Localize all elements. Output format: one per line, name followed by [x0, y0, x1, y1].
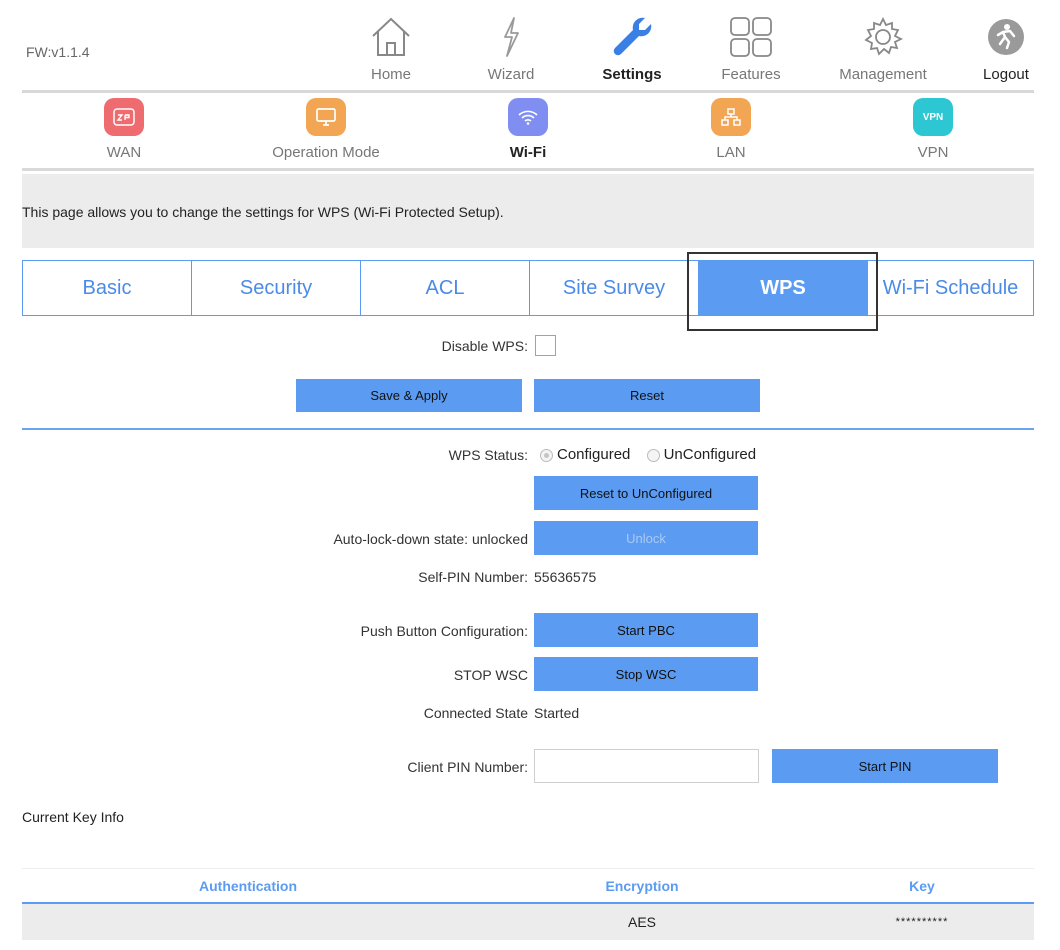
radio-unconfigured-dot[interactable] [646, 448, 660, 462]
self-pin-label: Self-PIN Number: [418, 569, 528, 585]
cell-authentication [22, 904, 474, 940]
tab-wifi-schedule[interactable]: Wi-Fi Schedule [868, 261, 1033, 315]
nav-wizard[interactable]: Wizard [456, 14, 566, 83]
subnav-wan[interactable]: WAN [69, 98, 179, 161]
reset-to-unconfigured-button[interactable]: Reset to UnConfigured [534, 476, 758, 510]
nav-home[interactable]: Home [336, 14, 446, 83]
nav-logout[interactable]: Logout [951, 14, 1060, 83]
nav-management-label: Management [839, 66, 927, 83]
cell-encryption: AES [627, 914, 656, 930]
nav-features-label: Features [721, 66, 781, 83]
subnav-lan-label: LAN [716, 144, 746, 161]
auto-lock-state: Auto-lock-down state: unlocked [333, 531, 528, 547]
stop-wsc-button[interactable]: Stop WSC [534, 657, 758, 691]
subnav-wifi[interactable]: Wi-Fi [473, 98, 583, 161]
gear-icon [828, 14, 938, 60]
vpn-icon: VPN [913, 98, 953, 136]
nav-wizard-label: Wizard [487, 66, 535, 83]
section-divider [22, 428, 1034, 430]
radio-configured[interactable]: Configured [540, 446, 630, 463]
globe-icon [104, 98, 144, 136]
nav-home-label: Home [370, 66, 411, 83]
grid-icon [696, 14, 806, 60]
subnav-wifi-label: Wi-Fi [509, 144, 547, 161]
table-row: AES ********** [22, 904, 1034, 940]
reset-button[interactable]: Reset [534, 379, 760, 412]
disable-wps-checkbox[interactable] [535, 335, 556, 356]
cell-key: ********** [895, 916, 949, 928]
wand-icon [456, 14, 566, 60]
home-icon [336, 14, 446, 60]
disable-wps-label: Disable WPS: [441, 338, 528, 354]
radio-unconfigured[interactable]: UnConfigured [646, 446, 757, 463]
header-key: Key [909, 877, 935, 894]
subnav-lan[interactable]: LAN [676, 98, 786, 161]
subnav-operation-mode-label: Operation Mode [272, 144, 380, 161]
key-table-header: Authentication Encryption Key [22, 868, 1034, 902]
wrench-icon [577, 14, 687, 60]
subnav-operation-mode[interactable]: Operation Mode [271, 98, 381, 161]
logout-icon [951, 14, 1060, 60]
client-pin-label: Client PIN Number: [407, 759, 528, 775]
client-pin-input[interactable] [534, 749, 759, 783]
start-pin-button[interactable]: Start PIN [772, 749, 998, 783]
tab-acl[interactable]: ACL [361, 261, 530, 315]
tab-site-survey[interactable]: Site Survey [530, 261, 699, 315]
wps-status-radio-group: Configured UnConfigured [540, 446, 768, 463]
top-nav-divider [22, 90, 1034, 93]
nav-features[interactable]: Features [696, 14, 806, 83]
connected-state-value: Started [534, 705, 580, 721]
pbc-label: Push Button Configuration: [360, 623, 528, 639]
header-authentication: Authentication [199, 877, 297, 894]
subnav-vpn-label: VPN [917, 144, 949, 161]
radio-configured-dot[interactable] [540, 448, 553, 462]
radio-unconfigured-label: UnConfigured [663, 446, 757, 463]
radio-configured-label: Configured [557, 446, 631, 463]
wifi-tabs: Basic Security ACL Site Survey WPS Wi-Fi… [22, 260, 1034, 316]
monitor-icon [306, 98, 346, 136]
key-info-title: Current Key Info [22, 809, 124, 825]
tab-basic[interactable]: Basic [23, 261, 192, 315]
nav-settings-label: Settings [602, 66, 662, 83]
nav-settings[interactable]: Settings [577, 14, 687, 83]
nav-logout-label: Logout [983, 66, 1029, 83]
subnav-wan-label: WAN [106, 144, 142, 161]
page-description-panel: This page allows you to change the setti… [22, 174, 1034, 248]
unlock-button[interactable]: Unlock [534, 521, 758, 555]
page-description: This page allows you to change the setti… [22, 204, 504, 220]
start-pbc-button[interactable]: Start PBC [534, 613, 758, 647]
save-apply-button[interactable]: Save & Apply [296, 379, 522, 412]
focus-outline [687, 252, 878, 331]
wps-status-label: WPS Status: [448, 447, 528, 463]
subnav-vpn[interactable]: VPN VPN [878, 98, 988, 161]
subnav-divider [22, 168, 1034, 171]
tab-security[interactable]: Security [192, 261, 361, 315]
stop-wsc-label: STOP WSC [453, 667, 528, 683]
network-icon [711, 98, 751, 136]
connected-state-label: Connected State [423, 705, 528, 721]
firmware-version: FW:v1.1.4 [26, 44, 90, 60]
nav-management[interactable]: Management [828, 14, 938, 83]
header-encryption: Encryption [605, 877, 679, 894]
self-pin-value: 55636575 [534, 569, 597, 585]
wifi-icon [508, 98, 548, 136]
